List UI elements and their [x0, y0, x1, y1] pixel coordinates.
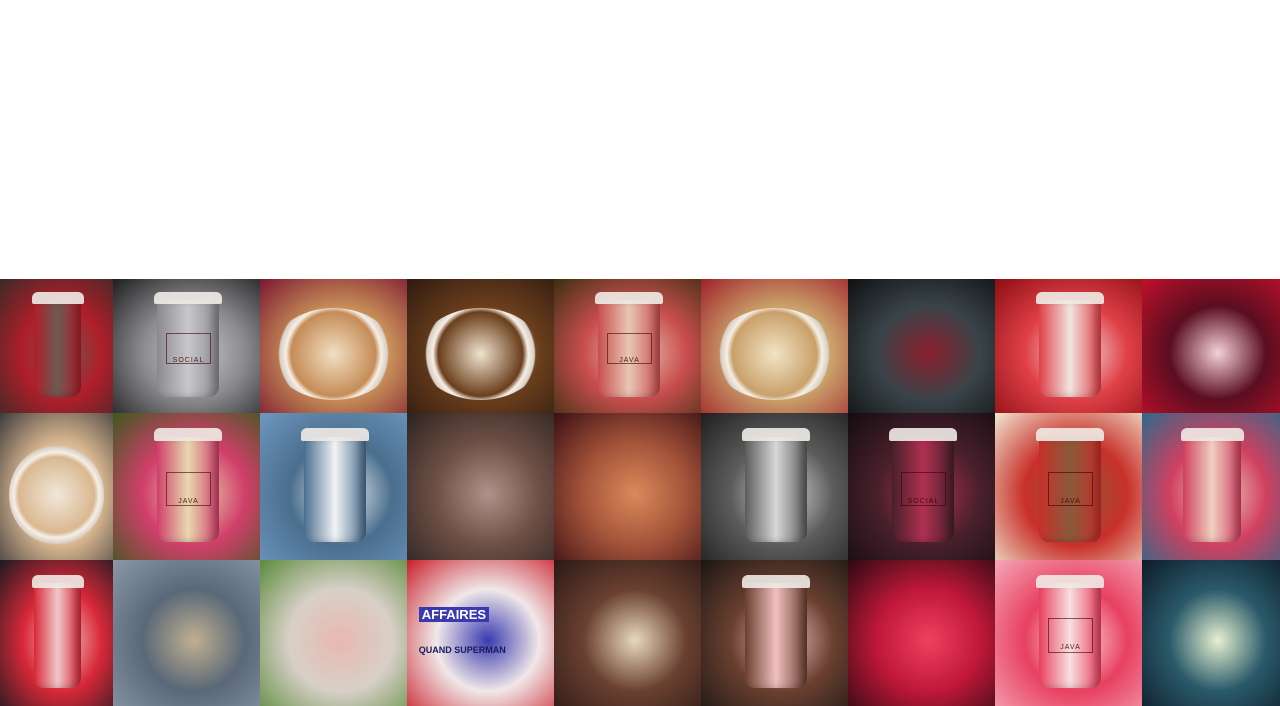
cup-brand-label: JAVA: [1047, 618, 1094, 653]
cup-lid: [889, 427, 957, 441]
photo-image: [1142, 560, 1280, 706]
cup-lid: [1036, 427, 1104, 441]
coffee-cup: [304, 436, 366, 543]
photo-tile-r1c5[interactable]: JAVA: [554, 279, 701, 413]
header-blank-area: [0, 0, 1280, 279]
cup-lid: [742, 427, 810, 441]
photo-tile-r2c3[interactable]: [260, 413, 407, 560]
photo-image: [407, 413, 554, 560]
photo-tile-r2c5[interactable]: [554, 413, 701, 560]
cup-lid: [1036, 574, 1104, 588]
coffee-cup: [1183, 436, 1242, 543]
cup-brand-label: SOCIAL: [165, 332, 212, 365]
photo-tile-r3c4[interactable]: AFFAIRES QUAND SUPERMAN: [407, 560, 554, 706]
cup-lid: [1036, 292, 1104, 305]
coffee-cup: [33, 300, 82, 397]
photo-tile-r2c7[interactable]: SOCIAL: [848, 413, 995, 560]
photo-tile-r1c8[interactable]: [995, 279, 1142, 413]
cup-saucer: [712, 308, 837, 400]
photo-tile-r1c4[interactable]: [407, 279, 554, 413]
cup-lid: [742, 574, 810, 588]
cup-brand-label: JAVA: [165, 471, 212, 507]
newspaper-subline: QUAND SUPERMAN: [418, 644, 506, 655]
cup-saucer: [418, 308, 543, 400]
photo-tile-r1c3[interactable]: [260, 279, 407, 413]
photo-tile-r2c4[interactable]: [407, 413, 554, 560]
photo-image: [260, 560, 407, 706]
photo-tile-r3c7[interactable]: [848, 560, 995, 706]
cup-lid: [154, 292, 222, 305]
photo-image: [113, 560, 260, 706]
newspaper-headline: AFFAIRES: [418, 606, 490, 622]
photo-tile-r3c5[interactable]: [554, 560, 701, 706]
photo-image: [848, 279, 995, 413]
cup-lid: [595, 292, 663, 305]
cup-lid: [31, 574, 84, 588]
photo-mosaic: SOCIAL JAVA JAVA SOCIAL JAVA AFFAIRES QUAND SU…: [0, 279, 1280, 706]
photo-tile-r3c2[interactable]: [113, 560, 260, 706]
coffee-cup: [1039, 300, 1101, 397]
coffee-cup: [745, 436, 807, 543]
photo-tile-r1c7[interactable]: [848, 279, 995, 413]
photo-tile-r1c6[interactable]: [701, 279, 848, 413]
photo-image: [554, 413, 701, 560]
cup-brand-label: JAVA: [606, 332, 653, 365]
cup-lid: [154, 427, 222, 441]
cup-brand-label: JAVA: [1047, 471, 1094, 507]
coffee-cup: [33, 583, 82, 689]
photo-tile-r3c3[interactable]: [260, 560, 407, 706]
photo-image: [554, 560, 701, 706]
photo-tile-r1c2[interactable]: SOCIAL: [113, 279, 260, 413]
cup-lid: [301, 427, 369, 441]
photo-tile-r2c9[interactable]: [1142, 413, 1280, 560]
photo-image: [1142, 279, 1280, 413]
photo-tile-r3c6[interactable]: [701, 560, 848, 706]
cup-saucer: [271, 308, 396, 400]
photo-tile-r3c9[interactable]: [1142, 560, 1280, 706]
photo-tile-r2c8[interactable]: JAVA: [995, 413, 1142, 560]
photo-tile-r2c6[interactable]: [701, 413, 848, 560]
photo-tile-r3c8[interactable]: JAVA: [995, 560, 1142, 706]
photo-tile-r2c1[interactable]: [0, 413, 113, 560]
photo-tile-r1c1[interactable]: [0, 279, 113, 413]
cup-lid: [1180, 427, 1245, 441]
photo-tile-r2c2[interactable]: JAVA: [113, 413, 260, 560]
cup-saucer: [9, 445, 104, 546]
photo-tile-r3c1[interactable]: [0, 560, 113, 706]
photo-image: [407, 560, 554, 706]
photo-tile-r1c9[interactable]: [1142, 279, 1280, 413]
cup-brand-label: SOCIAL: [900, 471, 947, 507]
photo-image: [848, 560, 995, 706]
cup-lid: [31, 292, 84, 305]
coffee-cup: [745, 583, 807, 689]
